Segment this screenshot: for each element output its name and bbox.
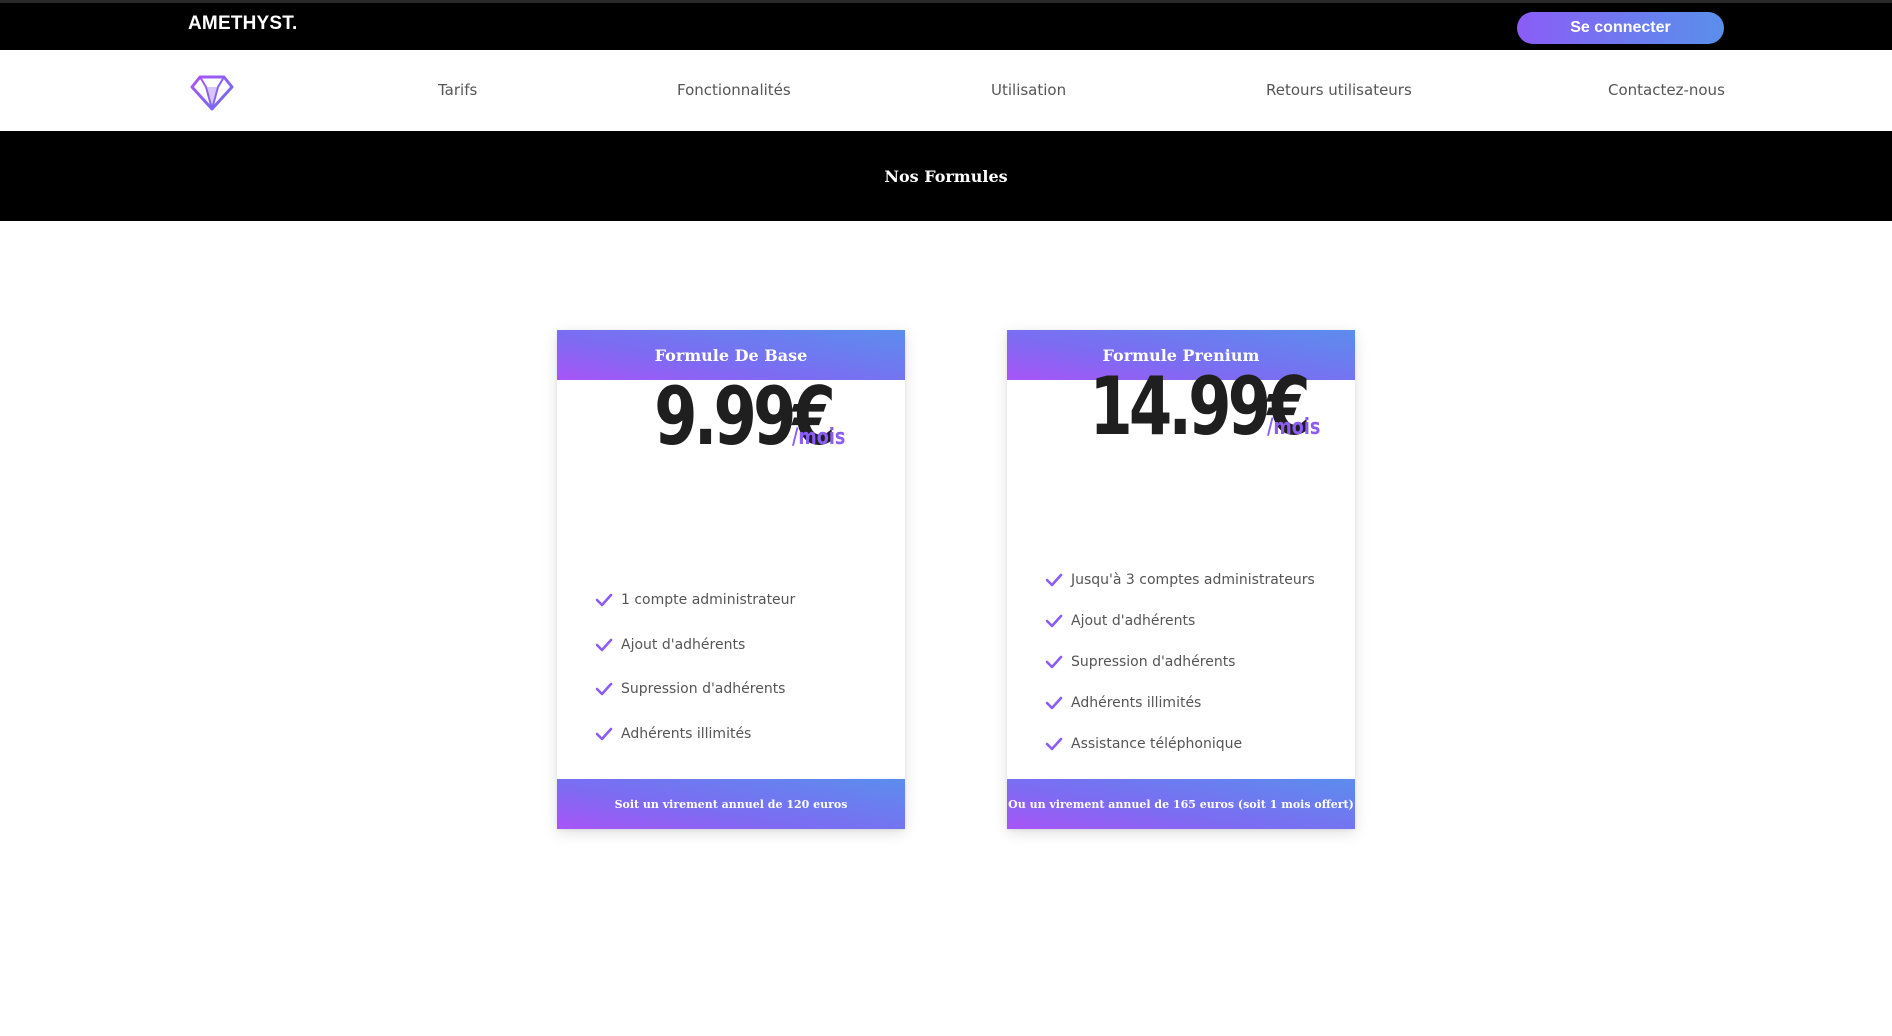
top-bar: AMETHYST. Se connecter [0,0,1892,50]
feature-item: Jusqu'à 3 comptes administrateurs [1045,559,1315,600]
feature-label: Adhérents illimités [621,725,752,742]
feature-label: Jusqu'à 3 comptes administrateurs [1071,571,1315,588]
section-title: Nos Formules [884,166,1008,186]
feature-label: Ajout d'adhérents [621,636,746,653]
feature-list: 1 compte administrateur Ajout d'adhérent… [595,578,795,756]
section-banner: Nos Formules [0,131,1892,221]
feature-item: Assistance téléphonique [1045,723,1315,764]
feature-item: 1 compte administrateur [595,578,795,623]
check-icon [1045,655,1063,668]
nav-link-contactez-nous[interactable]: Contactez-nous [1608,81,1725,99]
plan-price: 9.99€/mois [557,370,905,463]
feature-item: Ajout d'adhérents [1045,600,1315,641]
feature-label: 1 compte administrateur [621,592,796,609]
check-icon [595,727,613,741]
price-unit: /mois [791,425,846,450]
feature-item: Ajout d'adhérents [595,623,795,668]
diamond-icon[interactable] [190,75,234,111]
brand-name[interactable]: AMETHYST. [188,13,297,35]
feature-label: Assistance téléphonique [1071,735,1243,752]
feature-list: Jusqu'à 3 comptes administrateurs Ajout … [1045,559,1315,764]
plan-card-premium: Formule Prenium 14.99€/mois Jusqu'à 3 co… [1007,330,1355,829]
check-icon [595,682,613,696]
main-nav: Tarifs Fonctionnalités Utilisation Retou… [0,50,1892,131]
feature-label: Adhérents illimités [1071,694,1202,711]
feature-item: Supression d'adhérents [1045,641,1315,682]
check-icon [595,638,613,652]
plan-card-base: Formule De Base 9.99€/mois 1 compte admi… [557,330,905,829]
check-icon [1045,573,1063,586]
login-button[interactable]: Se connecter [1517,12,1724,44]
feature-item: Supression d'adhérents [595,667,795,712]
nav-link-tarifs[interactable]: Tarifs [438,81,477,99]
nav-link-retours-utilisateurs[interactable]: Retours utilisateurs [1266,81,1412,99]
plan-footer: Ou un virement annuel de 165 euros (soit… [1007,779,1355,829]
check-icon [1045,737,1063,750]
feature-label: Supression d'adhérents [1071,653,1236,670]
check-icon [595,593,613,607]
feature-item: Adhérents illimités [1045,682,1315,723]
nav-link-utilisation[interactable]: Utilisation [991,81,1066,99]
feature-label: Ajout d'adhérents [1071,612,1196,629]
check-icon [1045,696,1063,709]
nav-link-fonctionnalites[interactable]: Fonctionnalités [677,81,791,99]
price-unit: /mois [1267,415,1321,440]
plan-price: 14.99€/mois [1007,360,1355,453]
plan-footer: Soit un virement annuel de 120 euros [557,779,905,829]
feature-label: Supression d'adhérents [621,681,786,698]
check-icon [1045,614,1063,627]
feature-item: Adhérents illimités [595,712,795,757]
